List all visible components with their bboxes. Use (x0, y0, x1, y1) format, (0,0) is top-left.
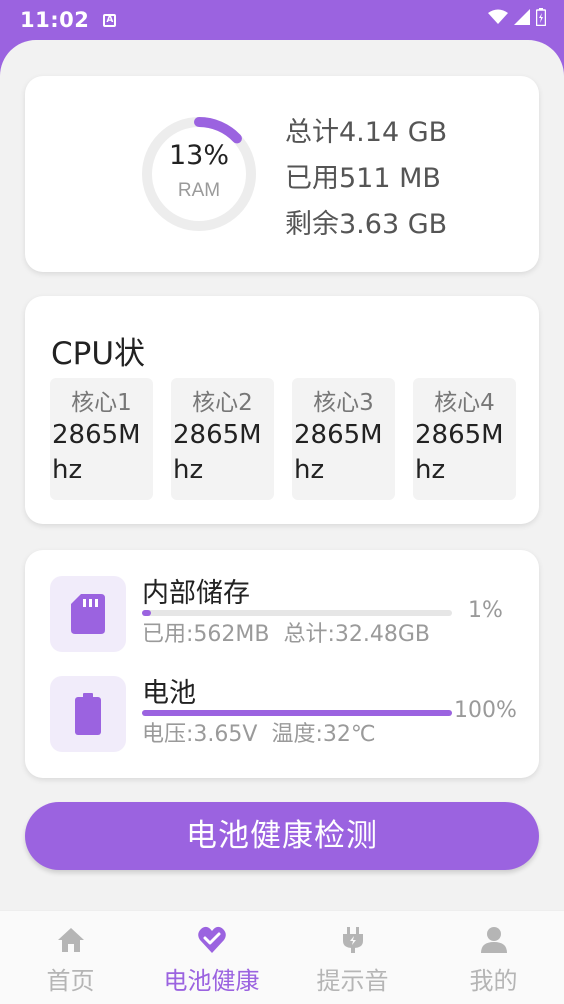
cpu-cores: 核心1 2865Mhz 核心2 2865Mhz 核心3 2865Mhz 核心4 … (50, 378, 516, 500)
cpu-core-2: 核心2 2865Mhz (171, 378, 274, 500)
home-icon (57, 928, 84, 952)
cpu-card: CPU状 核心1 2865Mhz 核心2 2865Mhz 核心3 2865Mhz… (25, 296, 539, 524)
ram-total: 总计4.14 GB (285, 117, 448, 148)
ram-percent: 13% (168, 140, 229, 171)
battery-progress-fill (142, 710, 452, 716)
storage-icon-box (50, 576, 126, 652)
storage-used: 已用:562MB (142, 622, 270, 647)
core-name: 核心1 (71, 390, 132, 416)
cpu-core-3: 核心3 2865Mhz (292, 378, 395, 500)
core-frequency: 2865Mhz (294, 420, 383, 485)
battery-percent: 100% (454, 698, 517, 723)
nav-label: 首页 (46, 967, 95, 995)
core-frequency: 2865Mhz (415, 420, 504, 485)
battery-row[interactable]: 电池 电压:3.65V 温度:32℃ 100% (50, 676, 520, 752)
battery-progress-bar (142, 710, 452, 716)
heart-check-icon (197, 926, 226, 953)
battery-health-check-button[interactable]: 电池健康检测 (25, 802, 539, 870)
status-bar: 11:02 A (0, 0, 564, 40)
status-time: 11:02 (20, 8, 90, 32)
core-name: 核心4 (434, 390, 495, 416)
cpu-core-1: 核心1 2865Mhz (50, 378, 153, 500)
battery-icon-box (50, 676, 126, 752)
notification-icon: A (103, 13, 117, 27)
ram-stats: 总计4.14 GB 已用511 MB 剩余3.63 GB (285, 110, 447, 248)
battery-voltage: 电压:3.65V (142, 722, 258, 747)
storage-percent: 1% (468, 598, 503, 623)
battery-icon (75, 693, 101, 735)
nav-label: 我的 (469, 967, 518, 995)
storage-details: 已用:562MB 总计:32.48GB (142, 620, 430, 650)
core-frequency: 2865Mhz (173, 420, 262, 485)
storage-battery-card: 内部储存 已用:562MB 总计:32.48GB 1% 电池 电压:3.65V … (25, 550, 539, 778)
core-name: 核心2 (192, 390, 253, 416)
wifi-icon (488, 9, 508, 24)
ram-used: 已用511 MB (285, 163, 441, 194)
plug-icon (342, 927, 363, 953)
nav-label: 电池健康 (163, 967, 260, 995)
storage-total: 总计:32.48GB (283, 622, 431, 647)
battery-temperature: 温度:32℃ (271, 722, 376, 747)
core-name: 核心3 (313, 390, 374, 416)
battery-title: 电池 (142, 678, 196, 709)
battery-status-icon (536, 8, 546, 26)
nav-item-profile[interactable]: 我的 (423, 911, 564, 1004)
status-icons (488, 8, 546, 26)
storage-progress-bar (142, 610, 452, 616)
ram-card: 13% RAM 总计4.14 GB 已用511 MB 剩余3.63 GB (25, 76, 539, 272)
cpu-core-4: 核心4 2865Mhz (413, 378, 516, 500)
signal-icon (514, 9, 530, 25)
nav-item-battery-health[interactable]: 电池健康 (141, 911, 282, 1004)
battery-details: 电压:3.65V 温度:32℃ (142, 720, 376, 750)
main-panel: 13% RAM 总计4.14 GB 已用511 MB 剩余3.63 GB CPU… (0, 40, 564, 910)
user-icon (480, 927, 507, 953)
nav-item-alert-sound[interactable]: 提示音 (282, 911, 423, 1004)
nav-label: 提示音 (316, 967, 389, 995)
ram-free: 剩余3.63 GB (285, 209, 448, 240)
nav-item-home[interactable]: 首页 (0, 911, 141, 1004)
storage-row[interactable]: 内部储存 已用:562MB 总计:32.48GB 1% (50, 576, 520, 652)
ram-usage-ring (142, 117, 256, 231)
sd-card-icon (71, 594, 105, 634)
bottom-nav: 首页 电池健康 提示音 我的 (0, 910, 564, 1004)
ram-label: RAM (177, 180, 221, 201)
core-frequency: 2865Mhz (52, 420, 141, 485)
storage-progress-fill (142, 610, 152, 616)
cpu-title: CPU状 (51, 336, 146, 372)
storage-title: 内部储存 (142, 578, 250, 609)
